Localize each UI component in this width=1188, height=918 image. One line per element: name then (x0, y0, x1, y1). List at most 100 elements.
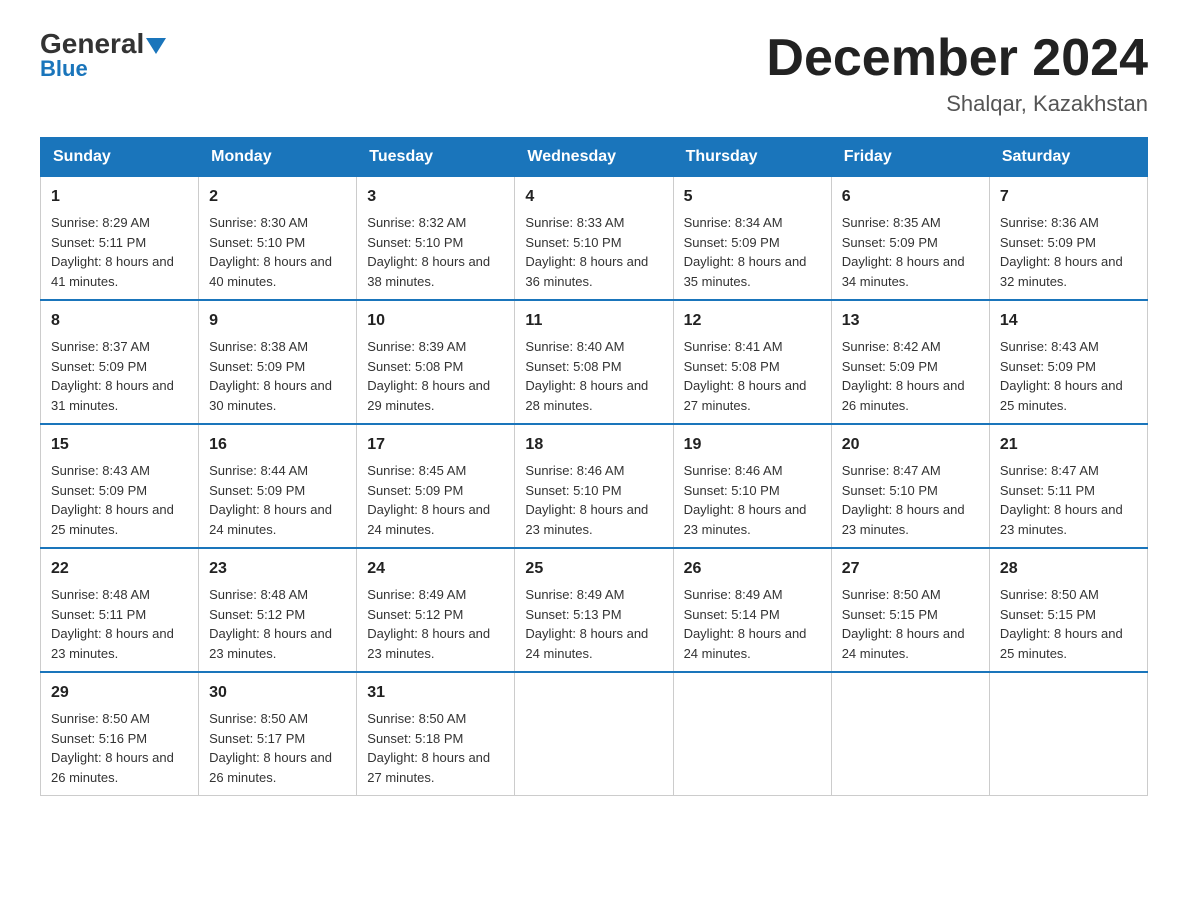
calendar-cell: 1 Sunrise: 8:29 AMSunset: 5:11 PMDayligh… (41, 177, 199, 301)
day-number: 23 (209, 557, 346, 581)
day-number: 26 (684, 557, 821, 581)
calendar-cell (515, 672, 673, 796)
day-info: Sunrise: 8:49 AMSunset: 5:12 PMDaylight:… (367, 587, 490, 661)
day-number: 5 (684, 185, 821, 209)
day-info: Sunrise: 8:50 AMSunset: 5:18 PMDaylight:… (367, 711, 490, 785)
day-info: Sunrise: 8:49 AMSunset: 5:13 PMDaylight:… (525, 587, 648, 661)
day-number: 15 (51, 433, 188, 457)
day-number: 3 (367, 185, 504, 209)
day-info: Sunrise: 8:30 AMSunset: 5:10 PMDaylight:… (209, 215, 332, 289)
day-number: 20 (842, 433, 979, 457)
day-info: Sunrise: 8:47 AMSunset: 5:10 PMDaylight:… (842, 463, 965, 537)
day-number: 8 (51, 309, 188, 333)
calendar-table: SundayMondayTuesdayWednesdayThursdayFrid… (40, 137, 1148, 796)
calendar-cell: 14 Sunrise: 8:43 AMSunset: 5:09 PMDaylig… (989, 300, 1147, 424)
calendar-cell: 8 Sunrise: 8:37 AMSunset: 5:09 PMDayligh… (41, 300, 199, 424)
day-number: 19 (684, 433, 821, 457)
day-number: 7 (1000, 185, 1137, 209)
calendar-cell: 17 Sunrise: 8:45 AMSunset: 5:09 PMDaylig… (357, 424, 515, 548)
calendar-cell: 12 Sunrise: 8:41 AMSunset: 5:08 PMDaylig… (673, 300, 831, 424)
day-of-week-header: Monday (199, 138, 357, 177)
calendar-cell: 6 Sunrise: 8:35 AMSunset: 5:09 PMDayligh… (831, 177, 989, 301)
calendar-cell: 27 Sunrise: 8:50 AMSunset: 5:15 PMDaylig… (831, 548, 989, 672)
day-info: Sunrise: 8:44 AMSunset: 5:09 PMDaylight:… (209, 463, 332, 537)
day-number: 27 (842, 557, 979, 581)
day-number: 10 (367, 309, 504, 333)
day-info: Sunrise: 8:49 AMSunset: 5:14 PMDaylight:… (684, 587, 807, 661)
day-info: Sunrise: 8:35 AMSunset: 5:09 PMDaylight:… (842, 215, 965, 289)
day-info: Sunrise: 8:50 AMSunset: 5:15 PMDaylight:… (842, 587, 965, 661)
day-number: 29 (51, 681, 188, 705)
location: Shalqar, Kazakhstan (766, 91, 1148, 117)
day-number: 12 (684, 309, 821, 333)
day-number: 25 (525, 557, 662, 581)
day-of-week-header: Sunday (41, 138, 199, 177)
calendar-cell: 22 Sunrise: 8:48 AMSunset: 5:11 PMDaylig… (41, 548, 199, 672)
calendar-cell: 28 Sunrise: 8:50 AMSunset: 5:15 PMDaylig… (989, 548, 1147, 672)
day-info: Sunrise: 8:46 AMSunset: 5:10 PMDaylight:… (684, 463, 807, 537)
day-info: Sunrise: 8:45 AMSunset: 5:09 PMDaylight:… (367, 463, 490, 537)
day-info: Sunrise: 8:48 AMSunset: 5:11 PMDaylight:… (51, 587, 174, 661)
calendar-cell: 7 Sunrise: 8:36 AMSunset: 5:09 PMDayligh… (989, 177, 1147, 301)
logo-sub: Blue (40, 56, 88, 82)
calendar-cell: 16 Sunrise: 8:44 AMSunset: 5:09 PMDaylig… (199, 424, 357, 548)
calendar-cell (673, 672, 831, 796)
calendar-cell: 15 Sunrise: 8:43 AMSunset: 5:09 PMDaylig… (41, 424, 199, 548)
calendar-cell (989, 672, 1147, 796)
calendar-week-row: 15 Sunrise: 8:43 AMSunset: 5:09 PMDaylig… (41, 424, 1148, 548)
calendar-body: 1 Sunrise: 8:29 AMSunset: 5:11 PMDayligh… (41, 177, 1148, 796)
day-number: 13 (842, 309, 979, 333)
day-number: 16 (209, 433, 346, 457)
calendar-week-row: 1 Sunrise: 8:29 AMSunset: 5:11 PMDayligh… (41, 177, 1148, 301)
day-number: 30 (209, 681, 346, 705)
calendar-cell: 29 Sunrise: 8:50 AMSunset: 5:16 PMDaylig… (41, 672, 199, 796)
day-number: 11 (525, 309, 662, 333)
calendar-cell: 30 Sunrise: 8:50 AMSunset: 5:17 PMDaylig… (199, 672, 357, 796)
month-title: December 2024 (766, 30, 1148, 87)
calendar-cell: 25 Sunrise: 8:49 AMSunset: 5:13 PMDaylig… (515, 548, 673, 672)
day-info: Sunrise: 8:29 AMSunset: 5:11 PMDaylight:… (51, 215, 174, 289)
calendar-cell: 31 Sunrise: 8:50 AMSunset: 5:18 PMDaylig… (357, 672, 515, 796)
calendar-cell: 23 Sunrise: 8:48 AMSunset: 5:12 PMDaylig… (199, 548, 357, 672)
day-info: Sunrise: 8:48 AMSunset: 5:12 PMDaylight:… (209, 587, 332, 661)
day-info: Sunrise: 8:42 AMSunset: 5:09 PMDaylight:… (842, 339, 965, 413)
day-number: 14 (1000, 309, 1137, 333)
day-number: 17 (367, 433, 504, 457)
day-info: Sunrise: 8:40 AMSunset: 5:08 PMDaylight:… (525, 339, 648, 413)
day-info: Sunrise: 8:43 AMSunset: 5:09 PMDaylight:… (51, 463, 174, 537)
day-info: Sunrise: 8:33 AMSunset: 5:10 PMDaylight:… (525, 215, 648, 289)
day-of-week-header: Tuesday (357, 138, 515, 177)
day-info: Sunrise: 8:47 AMSunset: 5:11 PMDaylight:… (1000, 463, 1123, 537)
day-number: 24 (367, 557, 504, 581)
calendar-week-row: 22 Sunrise: 8:48 AMSunset: 5:11 PMDaylig… (41, 548, 1148, 672)
calendar-header-row: SundayMondayTuesdayWednesdayThursdayFrid… (41, 138, 1148, 177)
day-info: Sunrise: 8:34 AMSunset: 5:09 PMDaylight:… (684, 215, 807, 289)
day-number: 2 (209, 185, 346, 209)
day-info: Sunrise: 8:32 AMSunset: 5:10 PMDaylight:… (367, 215, 490, 289)
day-of-week-header: Thursday (673, 138, 831, 177)
calendar-cell: 2 Sunrise: 8:30 AMSunset: 5:10 PMDayligh… (199, 177, 357, 301)
calendar-cell: 9 Sunrise: 8:38 AMSunset: 5:09 PMDayligh… (199, 300, 357, 424)
day-info: Sunrise: 8:50 AMSunset: 5:17 PMDaylight:… (209, 711, 332, 785)
calendar-week-row: 8 Sunrise: 8:37 AMSunset: 5:09 PMDayligh… (41, 300, 1148, 424)
calendar-cell: 26 Sunrise: 8:49 AMSunset: 5:14 PMDaylig… (673, 548, 831, 672)
day-number: 4 (525, 185, 662, 209)
day-number: 28 (1000, 557, 1137, 581)
logo-text: General (40, 30, 166, 58)
calendar-cell: 3 Sunrise: 8:32 AMSunset: 5:10 PMDayligh… (357, 177, 515, 301)
calendar-cell: 10 Sunrise: 8:39 AMSunset: 5:08 PMDaylig… (357, 300, 515, 424)
day-info: Sunrise: 8:39 AMSunset: 5:08 PMDaylight:… (367, 339, 490, 413)
day-info: Sunrise: 8:43 AMSunset: 5:09 PMDaylight:… (1000, 339, 1123, 413)
calendar-cell: 5 Sunrise: 8:34 AMSunset: 5:09 PMDayligh… (673, 177, 831, 301)
day-number: 22 (51, 557, 188, 581)
calendar-cell: 19 Sunrise: 8:46 AMSunset: 5:10 PMDaylig… (673, 424, 831, 548)
calendar-cell: 20 Sunrise: 8:47 AMSunset: 5:10 PMDaylig… (831, 424, 989, 548)
calendar-cell: 13 Sunrise: 8:42 AMSunset: 5:09 PMDaylig… (831, 300, 989, 424)
day-number: 31 (367, 681, 504, 705)
day-info: Sunrise: 8:36 AMSunset: 5:09 PMDaylight:… (1000, 215, 1123, 289)
day-info: Sunrise: 8:38 AMSunset: 5:09 PMDaylight:… (209, 339, 332, 413)
logo: General Blue (40, 30, 166, 82)
page-header: General Blue December 2024 Shalqar, Kaza… (40, 30, 1148, 117)
calendar-cell: 24 Sunrise: 8:49 AMSunset: 5:12 PMDaylig… (357, 548, 515, 672)
day-info: Sunrise: 8:41 AMSunset: 5:08 PMDaylight:… (684, 339, 807, 413)
